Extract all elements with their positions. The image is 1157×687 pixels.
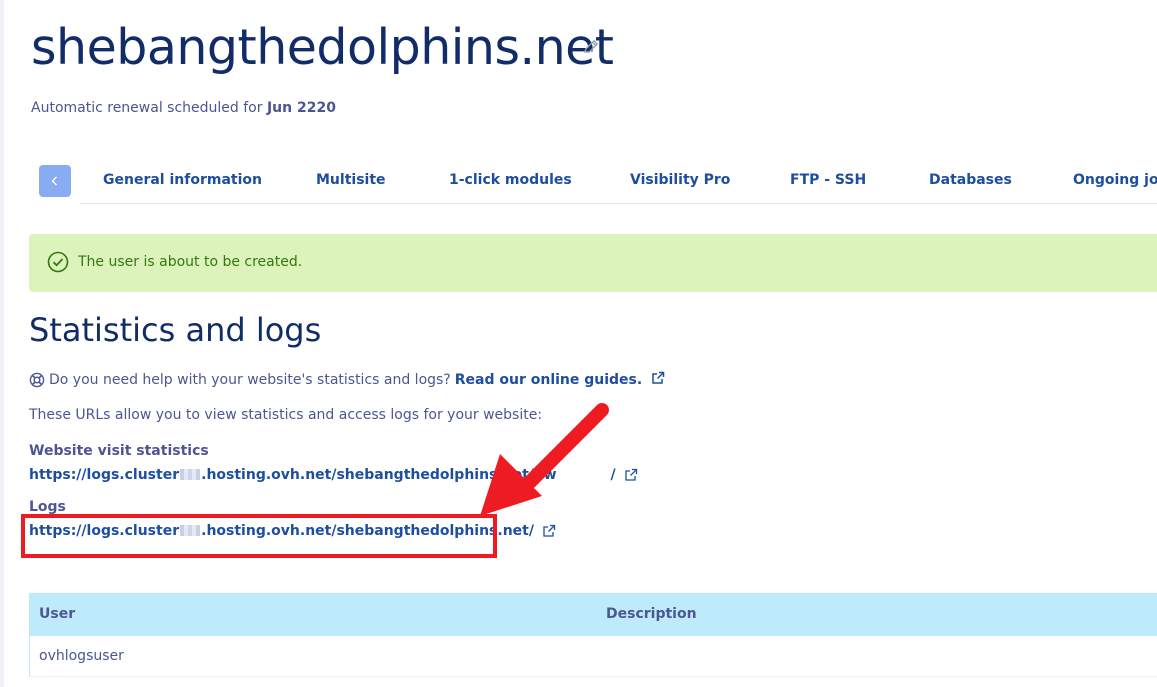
logs-url-suffix: .hosting.ovh.net/shebangthedolphins.net/ [201, 523, 534, 539]
table-header: User Description [30, 593, 1157, 636]
lifebuoy-icon [29, 372, 45, 387]
tab-general-information[interactable]: General information [103, 172, 262, 188]
help-line: Do you need help with your website's sta… [29, 371, 665, 388]
column-header-user[interactable]: User [39, 606, 75, 622]
logs-url-prefix: https://logs.cluster [29, 523, 180, 539]
tab-ongoing-jobs[interactable]: Ongoing job [1073, 172, 1157, 188]
alert-message: The user is about to be created. [78, 254, 303, 270]
visit-url-prefix: https://logs.cluster [29, 467, 180, 483]
chevron-left-icon [51, 176, 57, 186]
page-left-edge [0, 0, 4, 687]
tab-visibility-pro[interactable]: Visibility Pro [630, 172, 730, 188]
tabs-divider [80, 203, 1157, 204]
section-title: Statistics and logs [29, 311, 322, 349]
online-guides-link[interactable]: Read our online guides. [455, 371, 665, 388]
external-link-icon[interactable] [542, 524, 556, 538]
external-link-icon[interactable] [624, 468, 638, 482]
renewal-date: Jun 2220 [266, 100, 336, 116]
redacted-cluster-number [180, 525, 201, 536]
logs-label: Logs [29, 499, 66, 515]
redacted-cluster-number [180, 469, 201, 480]
renewal-info: Automatic renewal scheduled for Jun 2220 [31, 100, 336, 116]
visit-stats-link[interactable]: https://logs.cluster .hosting.ovh.net/she… [29, 467, 616, 483]
tab-multisite[interactable]: Multisite [316, 172, 386, 188]
tab-databases[interactable]: Databases [929, 172, 1012, 188]
online-guides-label: Read our online guides. [454, 372, 643, 388]
renewal-prefix: Automatic renewal scheduled for [31, 100, 263, 116]
users-table: User Description ovhlogsuser [29, 593, 1157, 677]
visit-url-tail: / [610, 467, 616, 483]
visit-stats-url-row: https://logs.cluster .hosting.ovh.net/she… [29, 467, 638, 483]
tab-1-click-modules[interactable]: 1-click modules [449, 172, 572, 188]
help-text: Do you need help with your website's sta… [49, 371, 451, 388]
user-cell: ovhlogsuser [39, 648, 124, 664]
check-circle-icon [47, 251, 69, 273]
pencil-icon[interactable] [582, 38, 600, 56]
logs-link[interactable]: https://logs.cluster .hosting.ovh.net/she… [29, 523, 534, 539]
visit-url-suffix: .hosting.ovh.net/shebangthedolphins.net/… [201, 467, 557, 483]
table-row: ovhlogsuser [30, 636, 1157, 677]
visit-stats-label: Website visit statistics [29, 443, 209, 459]
domain-title: shebangthedolphins.net [31, 19, 614, 76]
tab-ftp-ssh[interactable]: FTP - SSH [790, 172, 866, 188]
column-header-description[interactable]: Description [606, 606, 697, 622]
stats-intro: These URLs allow you to view statistics … [29, 407, 543, 423]
tabs-scroll-left-button[interactable] [39, 165, 71, 197]
logs-url-row: https://logs.cluster .hosting.ovh.net/she… [29, 523, 556, 539]
external-link-icon [652, 371, 665, 384]
success-alert: The user is about to be created. [29, 234, 1157, 292]
